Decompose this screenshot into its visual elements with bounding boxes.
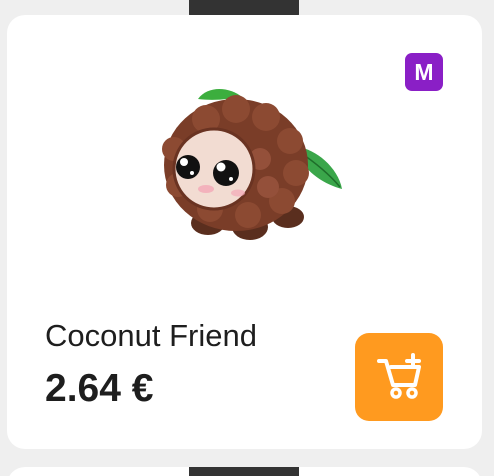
rarity-badge: M (405, 53, 443, 91)
item-card[interactable]: M Coconut Friend 2.64 € (7, 15, 482, 449)
item-name: Coconut Friend (45, 318, 257, 353)
item-price: 2.64 € (45, 367, 154, 410)
next-card-handle (189, 467, 299, 476)
add-to-cart-button[interactable] (355, 333, 443, 421)
coconut-friend-pet-icon (162, 89, 342, 240)
shop-screen: M Coconut Friend 2.64 € (0, 0, 494, 476)
cart-plus-icon (377, 353, 421, 399)
